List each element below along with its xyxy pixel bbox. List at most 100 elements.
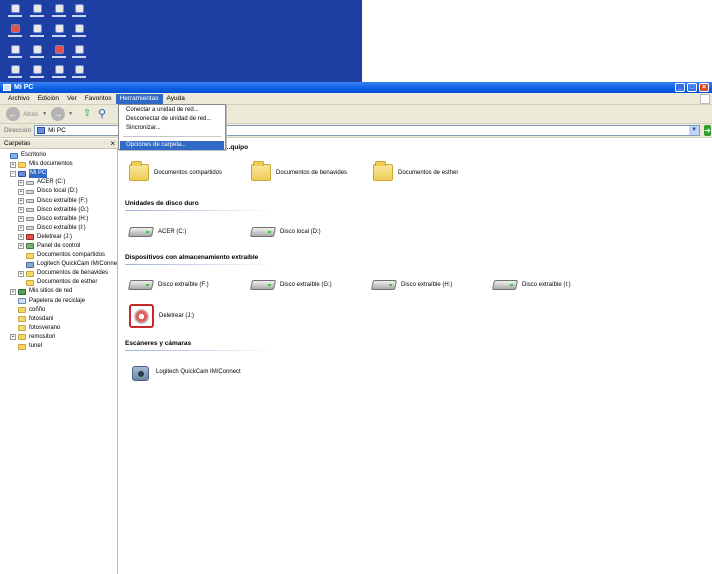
expand-icon[interactable]: + bbox=[18, 225, 24, 232]
tree-item[interactable]: + Disco extraíble (G:) bbox=[0, 206, 118, 215]
drive-item[interactable]: Disco local (D:) bbox=[249, 227, 321, 237]
menu-edicion[interactable]: Edición bbox=[34, 94, 63, 104]
menu-item-connect-network-drive[interactable]: Conectar a unidad de red... bbox=[120, 106, 224, 115]
tree-item[interactable]: + Disco extraíble (F:) bbox=[0, 196, 118, 205]
expand-icon[interactable]: + bbox=[18, 243, 24, 250]
tree-item[interactable]: + Disco local (D:) bbox=[0, 187, 118, 196]
camera-item[interactable]: Logitech QuickCam IM/Connect bbox=[129, 360, 241, 384]
menu-item-folder-options[interactable]: Opciones de carpeta... bbox=[120, 141, 224, 150]
expand-icon[interactable]: + bbox=[18, 198, 24, 205]
desktop-icon[interactable] bbox=[70, 4, 88, 22]
menu-item-disconnect-network-drive[interactable]: Desconectar de unidad de red... bbox=[120, 115, 224, 124]
folder-icon bbox=[26, 252, 34, 259]
tree-item[interactable]: + Disco extraíble (H:) bbox=[0, 215, 118, 224]
desktop-icon[interactable] bbox=[70, 24, 88, 42]
minimize-button[interactable]: _ bbox=[675, 83, 685, 92]
desktop-icon[interactable] bbox=[50, 65, 68, 83]
tree-item[interactable]: + Documentos de benavides bbox=[0, 269, 118, 278]
tree-item[interactable]: coñño bbox=[0, 306, 118, 315]
item-label: Documentos de esther bbox=[398, 169, 459, 176]
tree-item-label: Papelera de reciclaje bbox=[29, 297, 86, 304]
go-arrow-icon[interactable]: ➜ bbox=[704, 125, 711, 136]
back-dropdown-icon[interactable]: ▼ bbox=[42, 111, 47, 117]
collapse-icon[interactable]: − bbox=[10, 170, 16, 177]
folder-item[interactable]: Documentos de benavides bbox=[251, 161, 347, 181]
tree-item[interactable]: fotosdani bbox=[0, 315, 118, 324]
tree-item-label: coñño bbox=[29, 306, 46, 313]
tree-item-label: Documentos de benavides bbox=[37, 270, 109, 277]
tree-item-label: Deletrear (J:) bbox=[37, 233, 73, 240]
menu-item-synchronize[interactable]: Sincronizar... bbox=[120, 124, 224, 133]
desktop-icon[interactable] bbox=[50, 24, 68, 42]
expand-icon[interactable]: + bbox=[18, 270, 24, 277]
up-folder-icon[interactable]: ⇧ bbox=[81, 108, 93, 120]
tree-item[interactable]: Documentos compartidos bbox=[0, 251, 118, 260]
menu-herramientas[interactable]: Herramientas bbox=[115, 93, 163, 104]
maximize-button[interactable]: □ bbox=[687, 83, 697, 92]
expand-icon[interactable]: + bbox=[18, 234, 24, 241]
desktop-icon[interactable] bbox=[28, 65, 46, 83]
chevron-down-icon[interactable]: ▼ bbox=[689, 126, 700, 135]
desktop-icon[interactable] bbox=[28, 45, 46, 63]
back-arrow-icon[interactable]: ← bbox=[6, 107, 20, 121]
window-title: Mi PC bbox=[14, 84, 34, 91]
close-icon[interactable]: × bbox=[110, 139, 115, 149]
desktop-icon[interactable] bbox=[6, 45, 24, 63]
dvd-drive-item[interactable]: Deletrear (J:) bbox=[129, 304, 194, 328]
expand-icon[interactable]: + bbox=[18, 179, 24, 186]
tree-item-label: Disco extraíble (H:) bbox=[37, 215, 89, 222]
tree-item[interactable]: + remositori bbox=[0, 333, 118, 342]
menu-ver[interactable]: Ver bbox=[63, 94, 81, 104]
title-bar[interactable]: Mi PC _ □ × bbox=[0, 82, 712, 93]
drive-item[interactable]: ACER (C:) bbox=[127, 227, 186, 237]
desktop-icon[interactable] bbox=[70, 45, 88, 63]
drive-item[interactable]: Disco extraíble (G:) bbox=[249, 280, 332, 290]
address-bar: Dirección Mi PC ▼ ➜ » bbox=[0, 124, 712, 138]
desktop-icon[interactable] bbox=[28, 4, 46, 22]
tree-item[interactable]: + Deletrear (J:) bbox=[0, 233, 118, 242]
tree-item[interactable]: Papelera de reciclaje bbox=[0, 297, 118, 306]
tree-item[interactable]: tunel bbox=[0, 342, 118, 351]
back-button-label[interactable]: Atrás bbox=[23, 111, 38, 118]
desktop-icon[interactable] bbox=[6, 65, 24, 83]
expand-icon[interactable]: + bbox=[18, 207, 24, 214]
tree-item[interactable]: + ACER (C:) bbox=[0, 178, 118, 187]
desktop-icon[interactable] bbox=[70, 65, 88, 83]
tree-item[interactable]: Logitech QuickCam IM/Conne bbox=[0, 260, 118, 269]
drive-item[interactable]: Disco extraíble (H:) bbox=[370, 280, 452, 290]
drive-item[interactable]: Disco extraíble (I:) bbox=[491, 280, 571, 290]
menu-archivo[interactable]: Archivo bbox=[4, 94, 34, 104]
tree-item[interactable]: Documentos de esther bbox=[0, 278, 118, 287]
tree-item-label: Disco extraíble (I:) bbox=[37, 224, 86, 231]
tree-item[interactable]: + Mis documentos bbox=[0, 160, 118, 169]
drive-icon bbox=[26, 189, 34, 194]
group-title-scanners: Escáneres y cámaras bbox=[125, 340, 192, 347]
desktop-icon[interactable] bbox=[6, 4, 24, 22]
tree-item-label: remositori bbox=[29, 333, 56, 340]
expand-icon[interactable]: + bbox=[10, 161, 16, 168]
expand-icon[interactable]: + bbox=[18, 216, 24, 223]
search-icon[interactable]: ⚲ bbox=[96, 108, 108, 120]
desktop-icon[interactable] bbox=[6, 24, 24, 42]
folder-item[interactable]: Documentos de esther bbox=[373, 161, 459, 181]
tree-item[interactable]: − Mi PC bbox=[0, 169, 118, 179]
folder-item[interactable]: Documentos compartidos bbox=[129, 161, 222, 181]
expand-icon[interactable]: + bbox=[10, 288, 16, 295]
tree-item[interactable]: + Disco extraíble (I:) bbox=[0, 224, 118, 233]
expand-icon[interactable]: + bbox=[10, 334, 16, 341]
desktop-icon[interactable] bbox=[50, 45, 68, 63]
tree-item[interactable]: + Mis sitios de red bbox=[0, 287, 118, 296]
tree-item[interactable]: Escritorio bbox=[0, 151, 118, 160]
desktop-icon[interactable] bbox=[50, 4, 68, 22]
expand-icon[interactable]: + bbox=[18, 188, 24, 195]
tree-item[interactable]: + Panel de control bbox=[0, 242, 118, 251]
forward-arrow-icon[interactable]: → bbox=[51, 107, 66, 121]
menu-ayuda[interactable]: Ayuda bbox=[163, 94, 189, 104]
close-button[interactable]: × bbox=[699, 83, 709, 92]
menu-favoritos[interactable]: Favoritos bbox=[81, 94, 116, 104]
folder-icon bbox=[18, 307, 26, 314]
desktop-icon[interactable] bbox=[28, 24, 46, 42]
forward-dropdown-icon[interactable]: ▼ bbox=[68, 111, 73, 117]
drive-item[interactable]: Disco extraíble (F:) bbox=[127, 280, 209, 290]
tree-item[interactable]: fotosverano bbox=[0, 324, 118, 333]
